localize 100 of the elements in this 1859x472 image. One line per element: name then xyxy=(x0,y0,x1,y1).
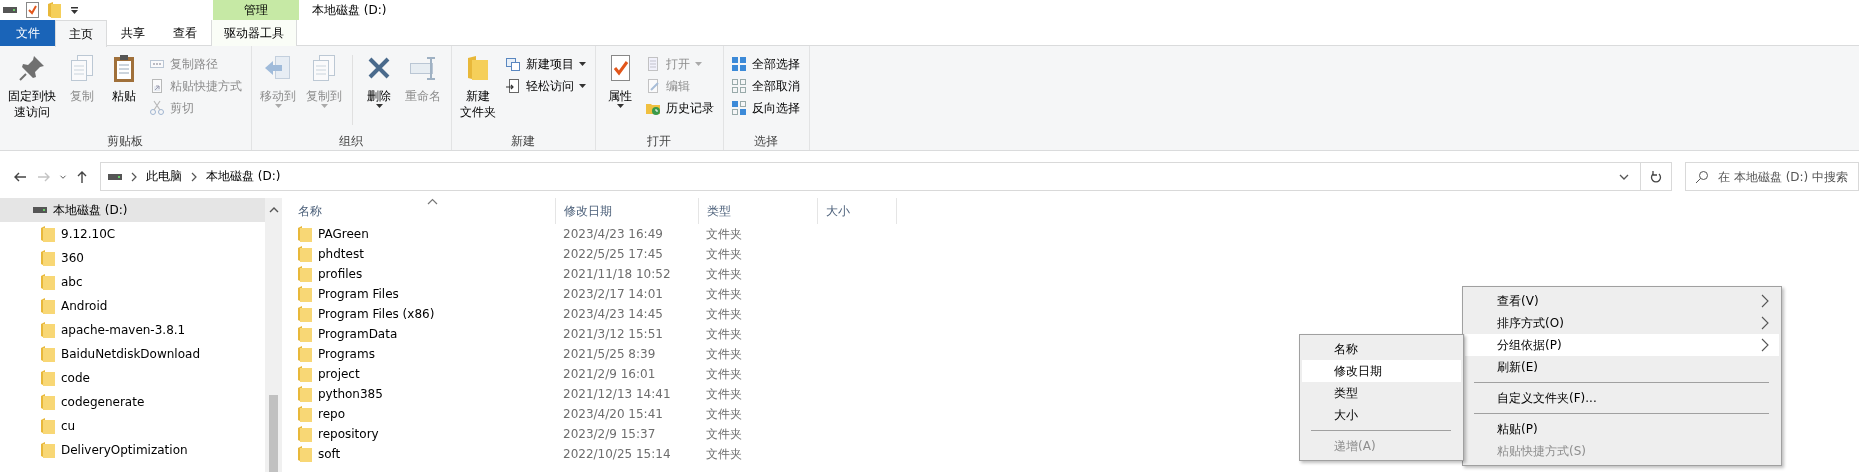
menu-item[interactable]: 修改日期 xyxy=(1302,360,1461,382)
file-type: 文件夹 xyxy=(706,246,742,263)
file-name[interactable]: phdtest xyxy=(318,245,364,263)
ribbon-button[interactable]: 固定到快 速访问 xyxy=(4,49,60,123)
folder-icon xyxy=(298,366,312,382)
folder-icon xyxy=(298,286,312,302)
menu-item[interactable]: 名称 xyxy=(1302,338,1461,360)
tree-item[interactable]: codegenerate xyxy=(0,390,265,414)
column-header[interactable]: 大小 xyxy=(818,198,897,224)
column-header[interactable]: 类型 xyxy=(699,198,818,224)
properties-icon[interactable] xyxy=(26,2,39,18)
refresh-button[interactable] xyxy=(1641,162,1672,191)
file-name[interactable]: ProgramData xyxy=(318,325,398,343)
file-name[interactable]: project xyxy=(318,365,360,383)
tree-item[interactable]: 9.12.10C xyxy=(0,222,265,246)
file-type: 文件夹 xyxy=(706,226,742,243)
ribbon-button[interactable]: 反向选择 xyxy=(728,97,803,119)
tree-item[interactable]: apache-maven-3.8.1 xyxy=(0,318,265,342)
folder-icon xyxy=(41,370,55,386)
tree-item[interactable]: Android xyxy=(0,294,265,318)
chevron-right-icon[interactable] xyxy=(190,171,198,182)
menu-item[interactable]: 分组依据(P) xyxy=(1465,334,1779,356)
tree-item[interactable]: DeliveryOptimization xyxy=(0,438,265,462)
menu-item[interactable]: 自定义文件夹(F)... xyxy=(1465,387,1779,409)
ribbon-button[interactable]: 全部取消 xyxy=(728,75,803,97)
file-type: 文件夹 xyxy=(706,446,742,463)
contextual-tab-header: 管理 xyxy=(213,0,299,20)
folder-icon xyxy=(41,394,55,410)
ribbon-tab[interactable]: 文件 xyxy=(0,20,55,46)
tree-item[interactable]: abc xyxy=(0,270,265,294)
file-name[interactable]: soft xyxy=(318,445,341,463)
group-label: 剪贴板 xyxy=(105,133,144,150)
scroll-thumb[interactable] xyxy=(269,395,278,472)
search-icon xyxy=(1695,170,1709,184)
folder-icon xyxy=(298,426,312,442)
scroll-up-icon[interactable] xyxy=(268,206,279,214)
ribbon-tab[interactable]: 主页 xyxy=(55,20,107,47)
breadcrumb[interactable]: 本地磁盘 (D:) xyxy=(206,168,281,185)
breadcrumb[interactable]: 此电脑 xyxy=(146,168,182,185)
address-bar[interactable]: 此电脑 本地磁盘 (D:) xyxy=(100,162,1641,191)
modified-date: 2021/5/25 8:39 xyxy=(563,346,656,363)
ribbon-button[interactable]: 属性 xyxy=(600,49,640,111)
scissors-icon xyxy=(149,100,165,116)
ribbon-button[interactable]: 轻松访问 xyxy=(502,75,589,97)
file-name[interactable]: Programs xyxy=(318,345,375,363)
ribbon-tab[interactable]: 查看 xyxy=(159,20,211,46)
file-type: 文件夹 xyxy=(706,426,742,443)
folder-icon xyxy=(298,326,312,342)
group-label: 新建 xyxy=(509,133,536,150)
menu-item[interactable]: 类型 xyxy=(1302,382,1461,404)
file-name[interactable]: python385 xyxy=(318,385,383,403)
modified-date: 2021/3/12 15:51 xyxy=(563,326,663,343)
menu-item[interactable]: 排序方式(O) xyxy=(1465,312,1779,334)
modified-date: 2023/4/23 14:45 xyxy=(563,306,663,323)
chevron-right-icon[interactable] xyxy=(130,171,138,182)
menu-item[interactable]: 大小 xyxy=(1302,404,1461,426)
ribbon-button[interactable]: 新建 文件夹 xyxy=(456,49,500,123)
tree-item[interactable]: BaiduNetdiskDownload xyxy=(0,342,265,366)
ribbon-button[interactable]: 删除 xyxy=(359,49,399,111)
file-name[interactable]: profiles xyxy=(318,265,363,283)
group-label: 组织 xyxy=(337,133,364,150)
folder-icon xyxy=(41,250,55,266)
tree-item[interactable]: code xyxy=(0,366,265,390)
file-name[interactable]: repo xyxy=(318,405,345,423)
column-header[interactable]: 名称 xyxy=(290,198,556,224)
file-name[interactable]: repository xyxy=(318,425,379,443)
folder-icon xyxy=(41,322,55,338)
file-name[interactable]: Program Files xyxy=(318,285,399,303)
folder-icon xyxy=(41,226,55,242)
ribbon-button[interactable]: 历史记录 xyxy=(642,97,717,119)
sort-caret-icon xyxy=(426,198,438,205)
modified-date: 2021/12/13 14:41 xyxy=(563,386,671,403)
tree-item[interactable]: 360 xyxy=(0,246,265,270)
ribbon-tab[interactable]: 驱动器工具 xyxy=(211,20,297,46)
file-name[interactable]: PAGreen xyxy=(318,225,369,243)
folder-icon xyxy=(298,246,312,262)
folder-icon xyxy=(298,266,312,282)
ribbon-button[interactable]: 新建项目 xyxy=(502,53,589,75)
folder-icon xyxy=(41,418,55,434)
column-header[interactable]: 修改日期 xyxy=(556,198,699,224)
drive-icon[interactable] xyxy=(3,6,17,14)
ribbon-tab[interactable]: 共享 xyxy=(107,20,159,46)
scrollbar[interactable] xyxy=(265,198,282,472)
select-all-icon xyxy=(731,56,747,72)
file-type: 文件夹 xyxy=(706,386,742,403)
folder-icon xyxy=(298,446,312,462)
menu-item[interactable]: 粘贴(P) xyxy=(1465,418,1779,440)
folder-icon xyxy=(298,226,312,242)
ribbon-button[interactable]: 全部选择 xyxy=(728,53,803,75)
menu-item[interactable]: 刷新(E) xyxy=(1465,356,1779,378)
tree-item[interactable]: 本地磁盘 (D:) xyxy=(0,198,265,222)
chevron-down-icon[interactable] xyxy=(1618,172,1630,181)
customize-caret-icon[interactable] xyxy=(70,5,79,15)
tree-item[interactable]: cu xyxy=(0,414,265,438)
menu-item[interactable]: 查看(V) xyxy=(1465,290,1779,312)
ribbon-button[interactable]: 粘贴 xyxy=(104,49,144,107)
file-name[interactable]: Program Files (x86) xyxy=(318,305,435,323)
folder-icon xyxy=(41,442,55,458)
file-type: 文件夹 xyxy=(706,326,742,343)
search-field[interactable]: 在 本地磁盘 (D:) 中搜索 xyxy=(1685,162,1859,191)
